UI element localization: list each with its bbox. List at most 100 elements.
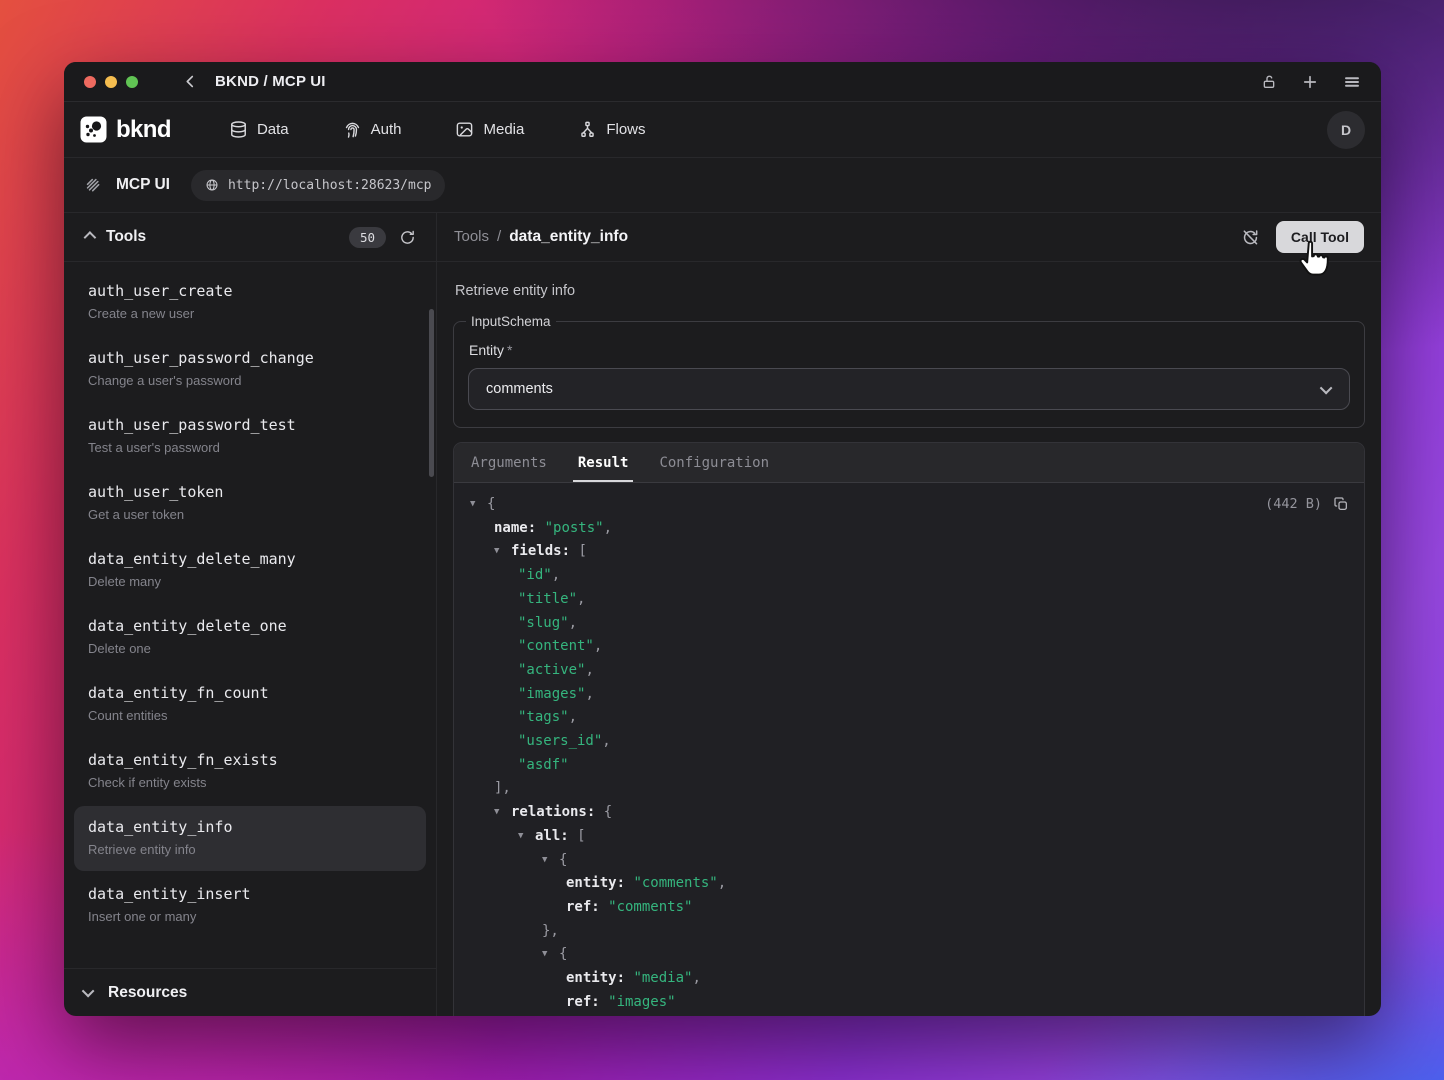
resources-section-header[interactable]: Resources <box>64 968 436 1016</box>
json-key: relations: <box>511 804 595 820</box>
entity-select[interactable]: comments <box>468 368 1350 410</box>
entity-label-text: Entity <box>469 342 504 358</box>
lock-open-icon <box>1261 74 1277 90</box>
json-line: "asdf" <box>470 754 1348 778</box>
brand-logo[interactable]: bknd <box>80 116 171 144</box>
collapse-arrow-icon[interactable]: ▼ <box>494 801 511 825</box>
tools-section-header[interactable]: Tools 50 <box>64 213 436 262</box>
json-string: "id" <box>518 567 552 583</box>
json-key: ref: <box>566 994 600 1010</box>
tab-result[interactable]: Result <box>578 443 629 482</box>
tools-count-badge: 50 <box>349 227 386 248</box>
tool-name: data_entity_fn_count <box>88 684 412 702</box>
chevron-down-icon <box>82 985 95 998</box>
minimize-window-button[interactable] <box>105 76 117 88</box>
menu-button[interactable] <box>1343 73 1361 91</box>
sidebar-tool-item[interactable]: auth_user_create Create a new user <box>74 270 426 335</box>
json-punct: , <box>585 662 593 678</box>
mcp-subheader: MCP UI http://localhost:28623/mcp <box>64 158 1381 213</box>
json-punct: [ <box>570 543 587 559</box>
app-window: BKND / MCP UI <box>64 62 1381 1016</box>
json-punct: { <box>595 804 612 820</box>
user-avatar[interactable]: D <box>1327 111 1365 149</box>
tool-detail-body: Retrieve entity info InputSchema Entity*… <box>437 262 1381 1016</box>
nav-item-label: Auth <box>371 121 402 138</box>
json-punct: , <box>594 638 602 654</box>
json-string: "posts" <box>536 520 603 536</box>
tools-section-title: Tools <box>106 228 146 246</box>
bknd-logo-icon <box>80 116 107 143</box>
breadcrumb-root[interactable]: Tools <box>454 228 489 245</box>
nav-item-auth[interactable]: Auth <box>343 120 402 139</box>
json-tree: ▼{name: "posts",▼fields: ["id","title","… <box>470 493 1348 1014</box>
tool-name: data_entity_delete_many <box>88 550 412 568</box>
json-string: "comments" <box>600 899 693 915</box>
json-key: all: <box>535 828 569 844</box>
sidebar-tool-item[interactable]: auth_user_password_test Test a user's pa… <box>74 404 426 469</box>
tab-configuration[interactable]: Configuration <box>659 443 769 482</box>
json-key: ref: <box>566 899 600 915</box>
mcp-url-chip[interactable]: http://localhost:28623/mcp <box>191 170 446 201</box>
tool-detail-panel: Tools / data_entity_info Call Tool <box>437 213 1381 1016</box>
resources-section-title: Resources <box>108 984 187 1002</box>
required-asterisk: * <box>507 342 512 358</box>
input-schema-fieldset: InputSchema Entity* comments <box>453 314 1365 428</box>
nav-item-data[interactable]: Data <box>229 120 289 139</box>
json-result-panel: (442 B) ▼{name: "posts",▼fields: ["id","… <box>454 483 1364 1016</box>
json-key: fields: <box>511 543 570 559</box>
nav-item-flows[interactable]: Flows <box>578 120 645 139</box>
json-line: ▼{ <box>470 943 1348 967</box>
json-line: ref: "comments" <box>470 896 1348 920</box>
tool-desc: Count entities <box>88 708 412 723</box>
sidebar-tool-item[interactable]: data_entity_delete_one Delete one <box>74 605 426 670</box>
close-window-button[interactable] <box>84 76 96 88</box>
collapse-arrow-icon[interactable]: ▼ <box>494 540 511 564</box>
sidebar-tool-item[interactable]: data_entity_insert Insert one or many <box>74 873 426 938</box>
back-button[interactable] <box>182 73 199 90</box>
json-string: "users_id" <box>518 733 602 749</box>
tool-desc: Test a user's password <box>88 440 412 455</box>
sidebar-tool-item[interactable]: data_entity_fn_exists Check if entity ex… <box>74 739 426 804</box>
refresh-tools-button[interactable] <box>399 229 416 246</box>
json-line: }, <box>470 920 1348 944</box>
json-string: "title" <box>518 591 577 607</box>
window-title: BKND / MCP UI <box>215 73 326 90</box>
collapse-arrow-icon[interactable]: ▼ <box>542 943 559 967</box>
collapse-arrow-icon[interactable]: ▼ <box>542 849 559 873</box>
sidebar-tool-item[interactable]: auth_user_password_change Change a user'… <box>74 337 426 402</box>
tool-desc: Get a user token <box>88 507 412 522</box>
call-tool-button[interactable]: Call Tool <box>1276 221 1364 253</box>
tool-detail-header: Tools / data_entity_info Call Tool <box>437 213 1381 262</box>
json-string: "asdf" <box>518 757 569 773</box>
nav-item-label: Data <box>257 121 289 138</box>
copy-result-button[interactable] <box>1333 496 1349 512</box>
result-tabs: Arguments Result Configuration <box>454 443 1364 483</box>
copy-icon <box>1333 496 1349 512</box>
title-bar: BKND / MCP UI <box>64 62 1381 102</box>
sidebar-scrollbar[interactable] <box>429 309 434 477</box>
json-punct: [ <box>569 828 586 844</box>
json-line: name: "posts", <box>470 517 1348 541</box>
auto-call-off-button[interactable] <box>1241 228 1260 247</box>
tool-desc: Delete many <box>88 574 412 589</box>
json-line: "images", <box>470 683 1348 707</box>
sidebar-tool-item[interactable]: auth_user_token Get a user token <box>74 471 426 536</box>
zoom-window-button[interactable] <box>126 76 138 88</box>
json-string: "slug" <box>518 615 569 631</box>
collapse-arrow-icon[interactable]: ▼ <box>470 493 487 517</box>
json-punct: , <box>552 567 560 583</box>
json-line: "tags", <box>470 706 1348 730</box>
new-tab-button[interactable] <box>1301 73 1319 91</box>
result-size-badge: (442 B) <box>1265 496 1322 512</box>
json-string: "content" <box>518 638 594 654</box>
nav-item-media[interactable]: Media <box>455 120 524 139</box>
json-line: "id", <box>470 564 1348 588</box>
tool-desc: Delete one <box>88 641 412 656</box>
json-line: ▼{ <box>470 849 1348 873</box>
tab-arguments[interactable]: Arguments <box>471 443 547 482</box>
sidebar-tool-item[interactable]: data_entity_info Retrieve entity info <box>74 806 426 871</box>
sidebar-tool-item[interactable]: data_entity_fn_count Count entities <box>74 672 426 737</box>
lock-button[interactable] <box>1261 74 1277 90</box>
sidebar-tool-item[interactable]: data_entity_delete_many Delete many <box>74 538 426 603</box>
collapse-arrow-icon[interactable]: ▼ <box>518 825 535 849</box>
